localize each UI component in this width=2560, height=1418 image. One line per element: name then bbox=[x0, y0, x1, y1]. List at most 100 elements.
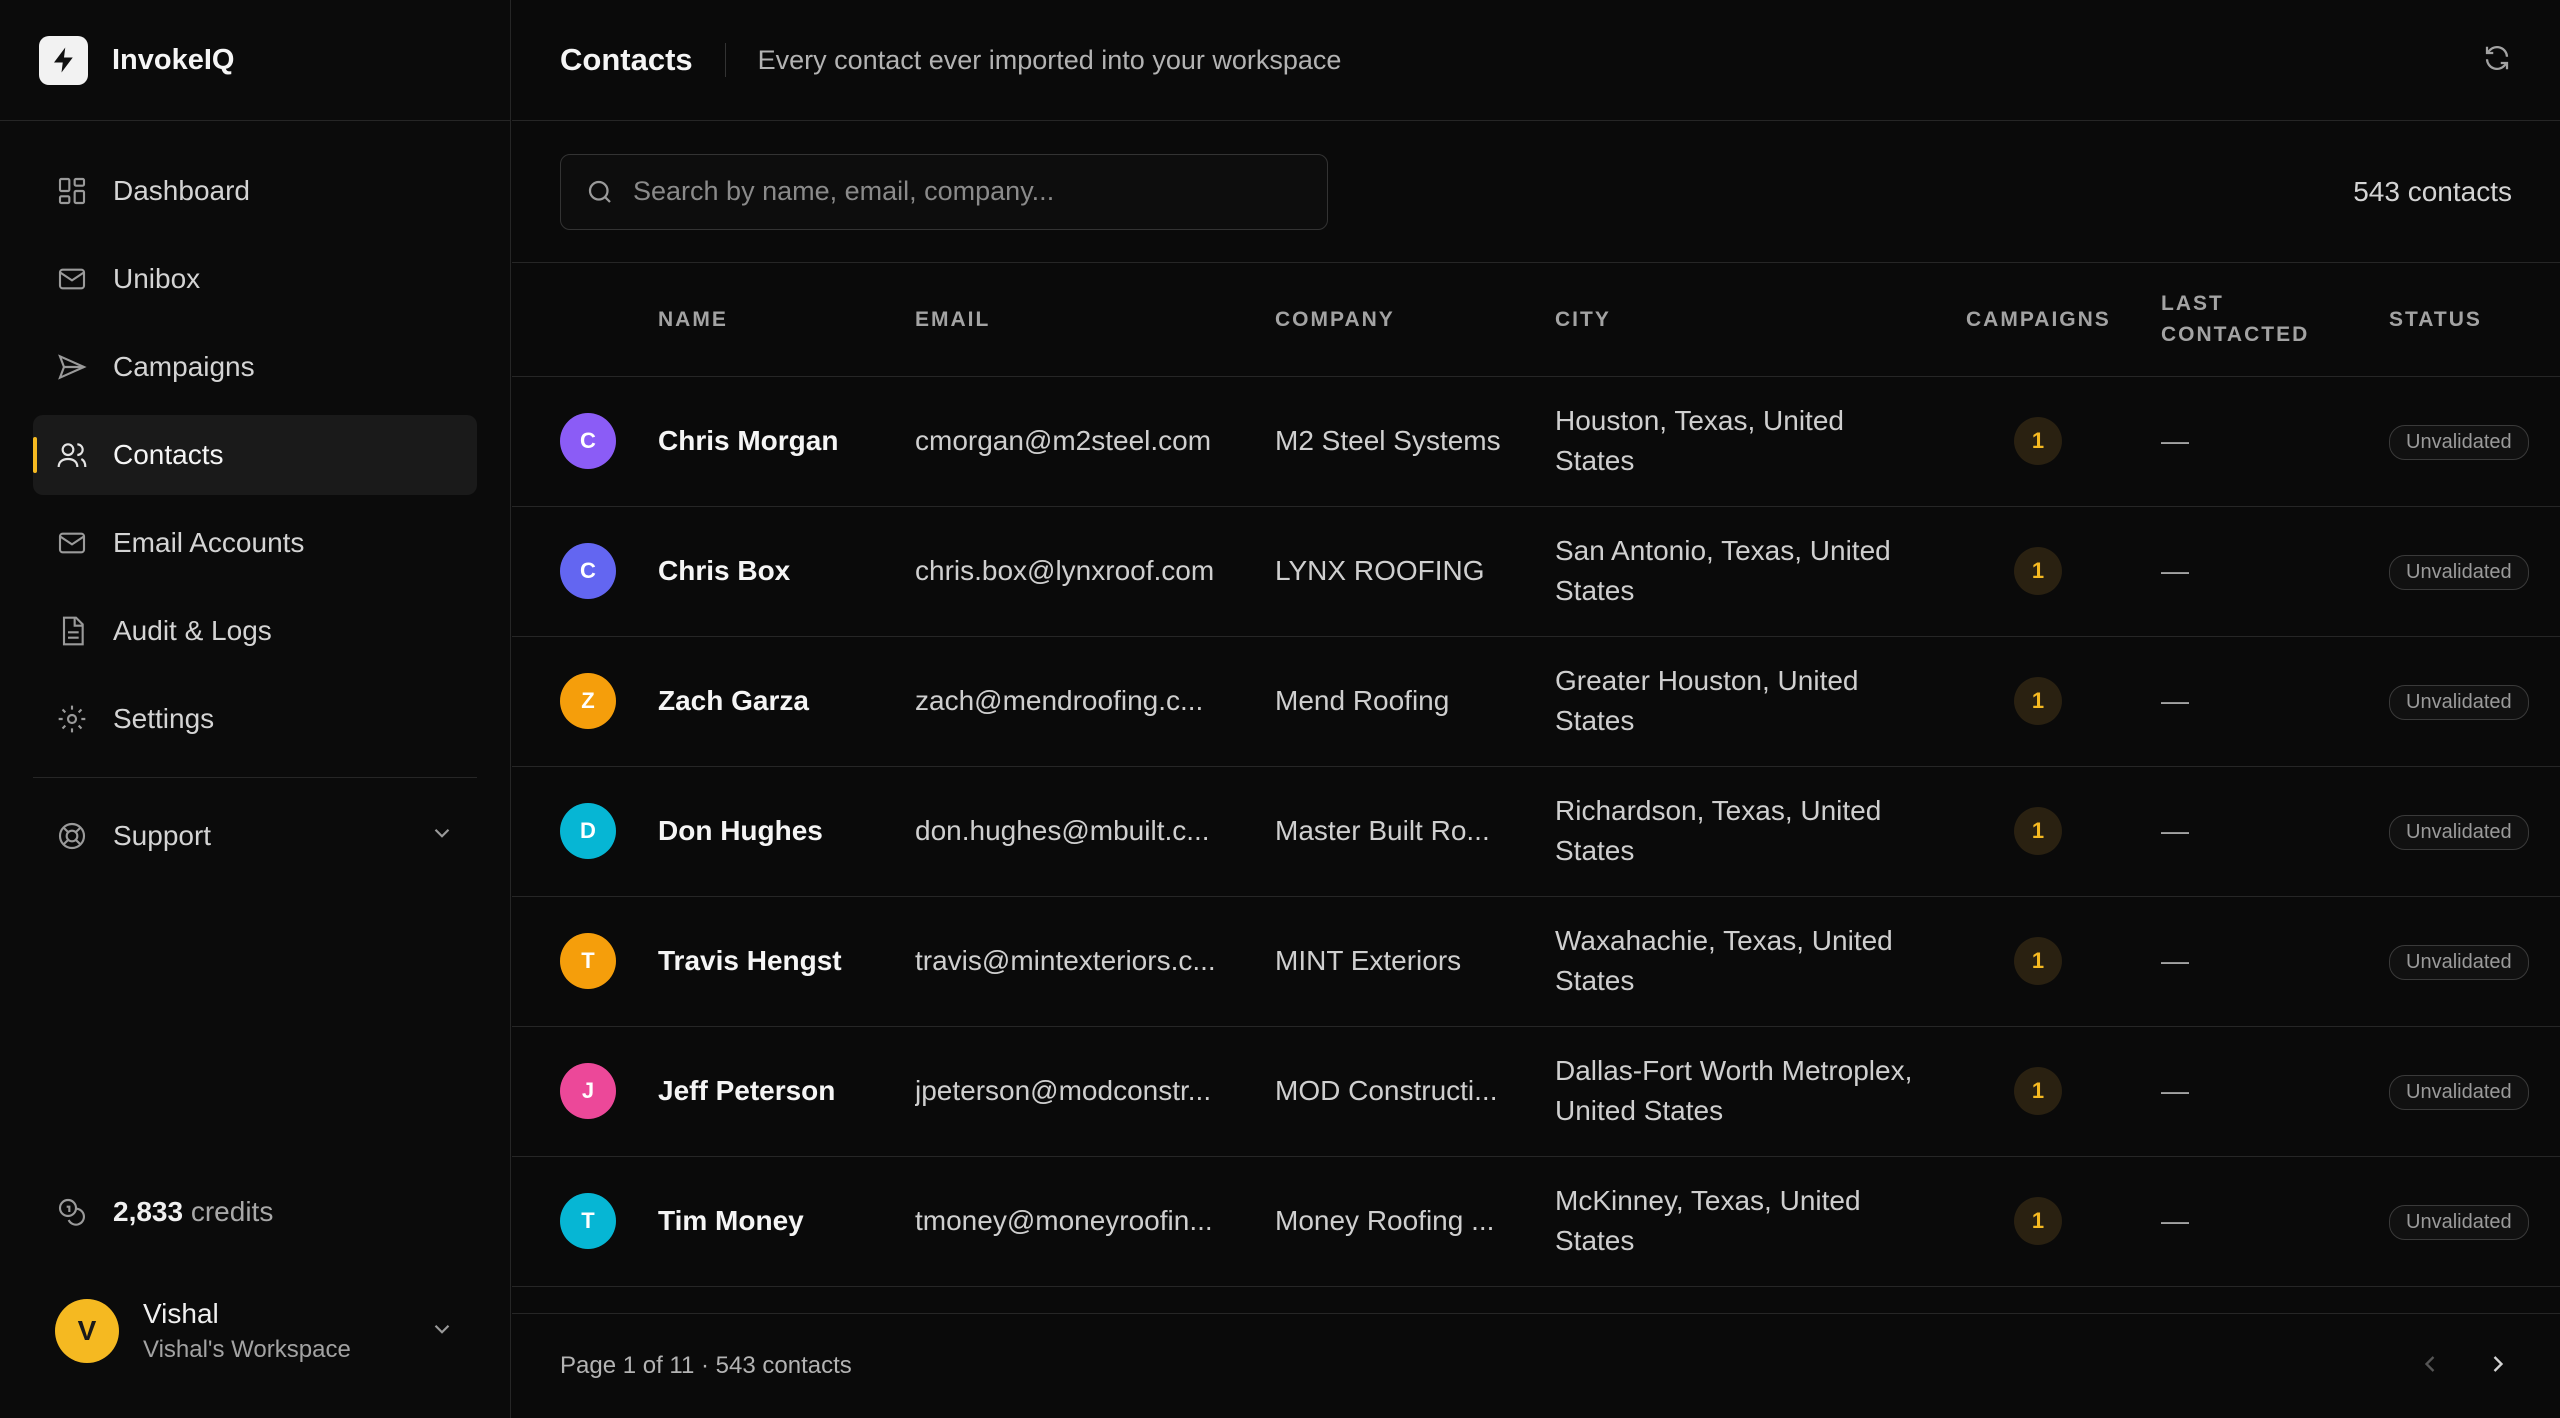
sidebar-item-campaigns[interactable]: Campaigns bbox=[33, 327, 477, 407]
last-contacted: — bbox=[2161, 945, 2189, 976]
column-header-status[interactable]: STATUS bbox=[2389, 263, 2560, 376]
table-row[interactable]: T Tim Money tmoney@moneyroofin... Money Roo… bbox=[512, 1156, 2560, 1286]
sidebar-item-support[interactable]: Support bbox=[0, 796, 510, 876]
contact-name[interactable]: Travis Hengst bbox=[658, 896, 915, 1026]
avatar: T bbox=[560, 933, 616, 989]
contact-city: Richardson, Texas, United States bbox=[1555, 795, 1882, 866]
refresh-icon[interactable] bbox=[2482, 43, 2512, 78]
sidebar-item-settings[interactable]: Settings bbox=[33, 679, 477, 759]
status-badge: Unvalidated bbox=[2389, 944, 2529, 980]
table-row[interactable]: D Don Hughes don.hughes@mbuilt.c... Master … bbox=[512, 766, 2560, 896]
campaign-count-badge: 1 bbox=[2014, 807, 2062, 855]
contact-company: M2 Steel Systems bbox=[1275, 425, 1501, 456]
search-input[interactable] bbox=[633, 176, 1313, 207]
status-cell: Unvalidated bbox=[2389, 376, 2560, 506]
sidebar-item-audit-logs[interactable]: Audit & Logs bbox=[33, 591, 477, 671]
campaigns-cell: 1 bbox=[1966, 376, 2161, 506]
table-row[interactable]: J Jeff Peterson jpeterson@modconstr... MOD … bbox=[512, 1026, 2560, 1156]
campaigns-cell: 1 bbox=[1966, 766, 2161, 896]
chevron-down-icon[interactable] bbox=[429, 820, 455, 853]
search-box[interactable] bbox=[560, 153, 1328, 230]
chevron-left-icon[interactable] bbox=[2416, 1350, 2444, 1383]
search-icon bbox=[585, 177, 615, 207]
campaign-count-badge: 1 bbox=[2014, 1067, 2062, 1115]
contact-email: tmoney@moneyroofin... bbox=[915, 1205, 1213, 1236]
table-body: C Chris Morgan cmorgan@m2steel.com M2 Steel… bbox=[512, 376, 2560, 1286]
lightning-logo-icon bbox=[39, 35, 88, 85]
user-menu[interactable]: V Vishal Vishal's Workspace bbox=[55, 1296, 455, 1366]
page-title: Contacts bbox=[560, 42, 693, 77]
file-text-icon bbox=[55, 614, 89, 648]
contact-city: San Antonio, Texas, United States bbox=[1555, 535, 1891, 606]
chevron-right-icon[interactable] bbox=[2484, 1350, 2512, 1383]
contact-email: jpeterson@modconstr... bbox=[915, 1075, 1212, 1106]
table-row[interactable]: T Travis Hengst travis@mintexteriors.c... M… bbox=[512, 896, 2560, 1026]
contact-company: MOD Constructi... bbox=[1275, 1075, 1498, 1106]
mail-icon bbox=[55, 262, 89, 296]
avatar-cell: T bbox=[512, 896, 658, 1026]
contact-name[interactable]: Chris Morgan bbox=[658, 376, 915, 506]
campaigns-cell: 1 bbox=[1966, 1156, 2161, 1286]
table-row[interactable]: Z Zach Garza zach@mendroofing.c... Mend Roo… bbox=[512, 636, 2560, 766]
contact-name[interactable]: Jeff Peterson bbox=[658, 1026, 915, 1156]
campaigns-cell: 1 bbox=[1966, 896, 2161, 1026]
contact-city: Greater Houston, United States bbox=[1555, 665, 1859, 736]
contact-city: McKinney, Texas, United States bbox=[1555, 1185, 1861, 1256]
last-contacted: — bbox=[2161, 1075, 2189, 1106]
status-cell: Unvalidated bbox=[2389, 766, 2560, 896]
sidebar-item-unibox[interactable]: Unibox bbox=[33, 239, 477, 319]
chevron-down-icon[interactable] bbox=[429, 1316, 455, 1347]
contact-email: zach@mendroofing.c... bbox=[915, 685, 1204, 716]
app-root: InvokeIQ Dashboard Unibox Campaigns Cont… bbox=[0, 0, 2560, 1418]
contact-company: Money Roofing ... bbox=[1275, 1205, 1495, 1236]
contact-email: travis@mintexteriors.c... bbox=[915, 945, 1216, 976]
contact-name[interactable]: Tim Money bbox=[658, 1156, 915, 1286]
campaign-count-badge: 1 bbox=[2014, 937, 2062, 985]
mail-icon bbox=[55, 526, 89, 560]
avatar: Z bbox=[560, 673, 616, 729]
sidebar-item-dashboard[interactable]: Dashboard bbox=[33, 151, 477, 231]
column-header-company[interactable]: COMPANY bbox=[1275, 263, 1555, 376]
sidebar-item-contacts[interactable]: Contacts bbox=[33, 415, 477, 495]
credits-display: 2,833 credits bbox=[55, 1195, 273, 1229]
page-subtitle: Every contact ever imported into your wo… bbox=[757, 44, 1342, 75]
contact-city: Dallas-Fort Worth Metroplex, United Stat… bbox=[1555, 1055, 1913, 1126]
pagination-info: Page 1 of 11 · 543 contacts bbox=[560, 1352, 852, 1379]
avatar: T bbox=[560, 1193, 616, 1249]
table-toolbar: 543 contacts bbox=[512, 121, 2560, 263]
contact-city: Waxahachie, Texas, United States bbox=[1555, 925, 1893, 996]
last-contacted: — bbox=[2161, 815, 2189, 846]
sidebar-item-label: Email Accounts bbox=[113, 527, 305, 558]
brand-name: InvokeIQ bbox=[112, 43, 235, 76]
status-cell: Unvalidated bbox=[2389, 1026, 2560, 1156]
contact-company: Master Built Ro... bbox=[1275, 815, 1490, 846]
contact-count: 543 contacts bbox=[2353, 175, 2512, 207]
column-header-last-contacted[interactable]: LAST CONTACTED bbox=[2161, 263, 2389, 376]
contact-email: don.hughes@mbuilt.c... bbox=[915, 815, 1210, 846]
sidebar-divider bbox=[33, 777, 477, 778]
column-header-campaigns[interactable]: CAMPAIGNS bbox=[1966, 263, 2161, 376]
workspace-name: Vishal's Workspace bbox=[143, 1336, 351, 1363]
status-badge: Unvalidated bbox=[2389, 424, 2529, 460]
main-content: Contacts Every contact ever imported int… bbox=[512, 0, 2560, 1418]
table-row[interactable]: C Chris Box chris.box@lynxroof.com LYNX ROO… bbox=[512, 506, 2560, 636]
table-row[interactable]: C Chris Morgan cmorgan@m2steel.com M2 Steel… bbox=[512, 376, 2560, 506]
column-header-name[interactable]: NAME bbox=[658, 263, 915, 376]
sidebar-nav: Dashboard Unibox Campaigns Contacts Emai… bbox=[0, 121, 510, 759]
avatar-cell: J bbox=[512, 1026, 658, 1156]
status-badge: Unvalidated bbox=[2389, 684, 2529, 720]
brand[interactable]: InvokeIQ bbox=[0, 0, 510, 121]
user-name: Vishal bbox=[143, 1298, 219, 1329]
avatar: C bbox=[560, 413, 616, 469]
pagination-bar: Page 1 of 11 · 543 contacts bbox=[512, 1313, 2560, 1418]
avatar: D bbox=[560, 803, 616, 859]
contact-name[interactable]: Zach Garza bbox=[658, 636, 915, 766]
contact-name[interactable]: Chris Box bbox=[658, 506, 915, 636]
status-badge: Unvalidated bbox=[2389, 814, 2529, 850]
avatar-column-header bbox=[512, 263, 658, 376]
sidebar-item-email-accounts[interactable]: Email Accounts bbox=[33, 503, 477, 583]
column-header-email[interactable]: EMAIL bbox=[915, 263, 1275, 376]
contact-name[interactable]: Don Hughes bbox=[658, 766, 915, 896]
column-header-city[interactable]: CITY bbox=[1555, 263, 1966, 376]
sidebar-item-label: Unibox bbox=[113, 263, 201, 294]
